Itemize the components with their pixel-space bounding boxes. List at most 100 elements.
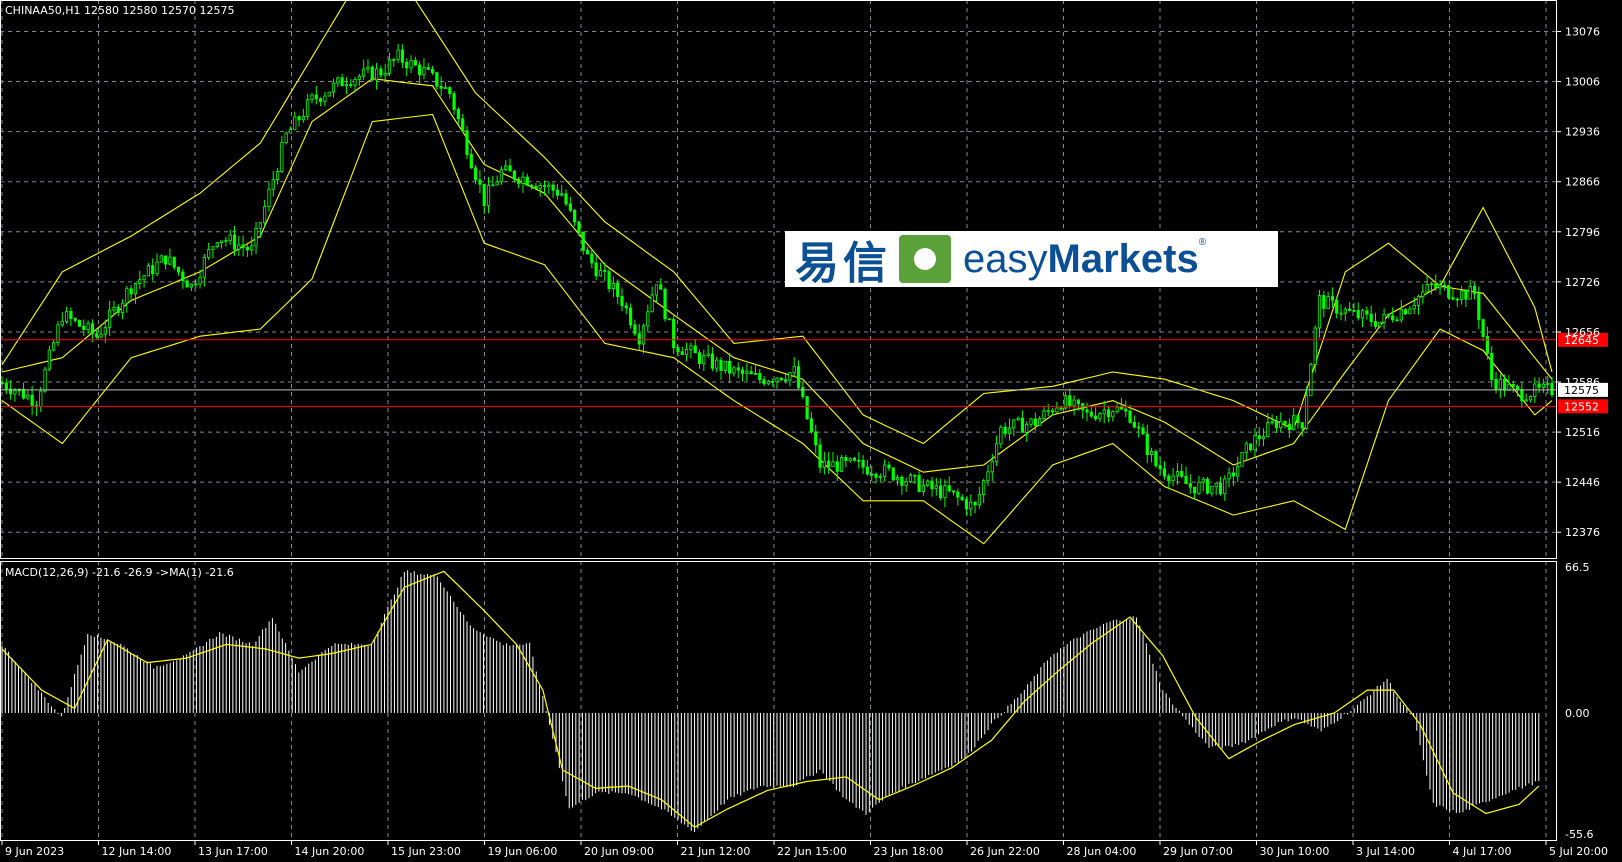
candle-body	[1317, 295, 1322, 329]
candle-body	[133, 283, 138, 295]
candle-body	[1214, 482, 1218, 487]
candle-body	[870, 473, 874, 476]
candle-body	[779, 377, 783, 381]
candle-body	[357, 75, 361, 80]
candle-body	[951, 490, 956, 493]
price-lines[interactable]: 126451255212575	[0, 332, 1608, 414]
candle-body	[486, 184, 491, 206]
candle-body	[831, 461, 835, 468]
candle-body	[452, 93, 456, 110]
logo-mark-icon	[899, 235, 951, 283]
candle-body	[762, 379, 766, 385]
candle-body	[792, 366, 796, 374]
candle-body	[977, 494, 981, 506]
candle-body	[181, 271, 185, 282]
candle-body	[1528, 396, 1533, 401]
candle-body	[1511, 383, 1515, 387]
candle-body	[809, 418, 814, 433]
candle-body	[986, 471, 990, 482]
candle-body	[1447, 285, 1451, 298]
candle-body	[1033, 418, 1037, 426]
candle-body	[207, 248, 211, 258]
candle-body	[370, 66, 374, 81]
candle-body	[848, 458, 852, 461]
candle-body	[581, 231, 585, 251]
price-panel-frame	[0, 0, 1557, 559]
candle-body	[1162, 468, 1167, 477]
candle-body	[1442, 284, 1446, 287]
candle-body	[921, 484, 925, 492]
candle-body	[82, 325, 86, 330]
candle-body	[508, 165, 512, 172]
candle-body	[267, 188, 271, 207]
candle-body	[1365, 310, 1369, 315]
candle-body	[758, 373, 762, 381]
candle-body	[232, 234, 237, 250]
candle-body	[680, 351, 684, 355]
candle-body	[254, 227, 258, 247]
candle-body	[900, 476, 904, 486]
candle-body	[4, 382, 8, 390]
candle-body	[224, 240, 228, 243]
candle-body	[839, 456, 844, 472]
macd-panel-frame	[0, 561, 1557, 841]
time-tick-label: 30 Jun 10:00	[1260, 845, 1330, 858]
candle-body	[788, 372, 792, 381]
candle-body	[891, 467, 895, 481]
candle-body	[1326, 296, 1330, 309]
candle-body	[1304, 395, 1309, 429]
candle-body	[301, 115, 305, 121]
candle-body	[383, 72, 387, 76]
candle-body	[568, 203, 572, 211]
candle-body	[1356, 310, 1360, 319]
candle-body	[189, 283, 194, 288]
candle-body	[1451, 297, 1455, 300]
candle-body	[1348, 308, 1352, 311]
candle-body	[616, 282, 620, 297]
candle-body	[1541, 383, 1545, 388]
candle-body	[482, 183, 486, 206]
candle-body	[288, 129, 293, 134]
candle-body	[310, 94, 314, 101]
candle-body	[77, 320, 82, 327]
candle-body	[542, 185, 547, 188]
time-tick-label: 15 Jun 23:00	[391, 845, 461, 858]
candle-body	[1438, 284, 1442, 289]
candle-body	[805, 396, 809, 420]
candle-body	[1188, 483, 1192, 488]
macd-tick-label: 66.5	[1565, 561, 1590, 574]
candle-body	[943, 485, 947, 498]
candle-body	[1236, 465, 1240, 477]
candle-body	[1399, 309, 1403, 321]
candle-body	[771, 381, 775, 383]
candle-body	[818, 444, 822, 468]
candle-body	[1330, 296, 1335, 301]
candle-body	[43, 368, 47, 392]
candle-body	[456, 109, 460, 120]
candle-body	[753, 373, 758, 375]
candle-body	[551, 184, 555, 191]
candle-body	[400, 49, 405, 63]
trading-chart[interactable]: 126451255212575 13076 13006 12936 12866 1279…	[0, 0, 1622, 862]
candle-body	[973, 501, 977, 506]
candle-body	[835, 461, 839, 472]
macd-tick-label: 0.00	[1565, 707, 1590, 720]
candle-body	[202, 256, 206, 278]
candle-body	[1373, 321, 1378, 327]
candle-body	[939, 485, 943, 498]
candle-body	[228, 234, 232, 242]
candle-body	[594, 262, 598, 277]
candle-body	[1012, 419, 1016, 429]
time-tick-label: 4 Jul 17:00	[1453, 845, 1512, 858]
candle-body	[1352, 310, 1356, 312]
candle-body	[1455, 298, 1459, 301]
candle-body	[387, 59, 392, 74]
candle-body	[1391, 315, 1395, 321]
candle-body	[1094, 415, 1098, 420]
time-tick-label: 26 Jun 22:00	[970, 845, 1040, 858]
candle-body	[517, 178, 521, 184]
candle-body	[865, 466, 870, 475]
candle-body	[1537, 383, 1541, 388]
candle-body	[443, 87, 448, 90]
candle-body	[1145, 433, 1149, 455]
